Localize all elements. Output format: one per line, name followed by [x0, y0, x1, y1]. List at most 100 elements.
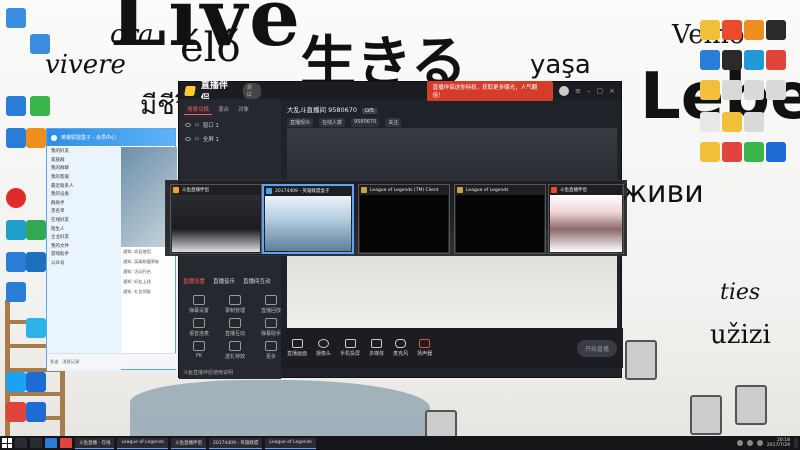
speaker-button[interactable]: 扬声器	[417, 339, 432, 357]
desktop-icon[interactable]	[722, 80, 742, 100]
media-button[interactable]: 多媒体	[369, 339, 384, 357]
tab-live-settings[interactable]: 直播设置	[183, 277, 205, 285]
qq-tree-item[interactable]: 我的文件	[47, 242, 121, 251]
promo-banner[interactable]: 直播伴侣送你特权，获取更多曝光，人气翻倍！	[426, 80, 554, 101]
app-titlebar[interactable]: 直播伴侣 测试 直播伴侣送你特权，获取更多曝光，人气翻倍！ ≡ – ▢ ×	[179, 80, 621, 104]
tab-live-music[interactable]: 直播音乐	[213, 277, 235, 285]
desktop-icon[interactable]	[26, 128, 46, 148]
desktop-icon[interactable]	[26, 220, 46, 240]
tool-item[interactable]: 弹幕设置	[183, 295, 215, 314]
room-stat[interactable]: 关注	[385, 118, 402, 127]
desktop-icon[interactable]	[6, 188, 26, 208]
desktop-icon[interactable]	[6, 282, 26, 302]
switcher-item-selected[interactable]: 20174409 - 英雄联盟盒子	[262, 184, 354, 254]
qq-tree-item[interactable]: 我的好友	[47, 147, 121, 156]
desktop-icon[interactable]	[26, 372, 46, 392]
eye-icon[interactable]	[185, 123, 191, 127]
desktop-icon[interactable]	[26, 252, 46, 272]
desktop-icon[interactable]	[744, 142, 764, 162]
qq-contact-tree[interactable]: 我的好友 家族群 我的群聊 我的客服 最近联系人 我的设备 群助手 黑名单 在线…	[47, 147, 121, 371]
screen-capture-button[interactable]: 直播画面	[287, 339, 307, 357]
desktop-icon[interactable]	[722, 50, 742, 70]
desktop-icon[interactable]	[766, 50, 786, 70]
desktop-icon[interactable]	[744, 50, 764, 70]
taskbar-app[interactable]: 斗鱼直播 - 在线	[75, 437, 115, 449]
qq-tree-item[interactable]: 黑名单	[47, 207, 121, 216]
tool-item[interactable]: 送礼特效	[219, 341, 251, 360]
qq-tree-item[interactable]: 最近联系人	[47, 181, 121, 190]
lock-icon[interactable]: ▫	[195, 122, 199, 128]
desktop-icon[interactable]	[766, 20, 786, 40]
qq-tree-item[interactable]: 公众号	[47, 259, 121, 268]
microphone-button[interactable]: 麦克风	[393, 339, 408, 357]
search-icon[interactable]	[15, 438, 27, 448]
lock-icon[interactable]: ▫	[195, 136, 199, 142]
show-desktop-button[interactable]	[794, 438, 798, 448]
desktop-icon[interactable]	[722, 142, 742, 162]
tab-scene-switch[interactable]: 场景切换	[184, 104, 213, 115]
user-avatar[interactable]	[559, 85, 570, 96]
desktop-icon[interactable]	[6, 96, 26, 116]
desktop-icon[interactable]	[700, 142, 720, 162]
tool-item[interactable]: 直播互动	[219, 318, 251, 337]
qq-tree-item[interactable]: 我的群聊	[47, 164, 121, 173]
taskbar-app[interactable]: League of Legends	[265, 437, 316, 449]
qq-titlebar[interactable]: 英雄联盟盒子 - 会员中心	[47, 129, 175, 146]
room-stat[interactable]: 在线人数	[319, 118, 346, 127]
help-link[interactable]: 斗鱼直播伴侣使用说明	[183, 369, 233, 376]
qq-tree-item[interactable]: 我的设备	[47, 190, 121, 199]
qq-send-button[interactable]: 发送	[50, 359, 58, 365]
switcher-item[interactable]: 斗鱼直播伴侣	[170, 184, 262, 254]
qq-tree-item[interactable]: 陌生人	[47, 224, 121, 233]
tool-item[interactable]: 直播回放	[255, 295, 287, 314]
desktop-icon[interactable]	[700, 112, 720, 132]
desktop-icon[interactable]	[26, 318, 46, 338]
tab-mix[interactable]: 混合	[215, 104, 232, 115]
desktop-icon[interactable]	[744, 20, 764, 40]
tool-item[interactable]: 语音连麦	[183, 318, 215, 337]
scene-item[interactable]: ▫ 全屏 1	[179, 132, 281, 146]
qq-tree-item[interactable]: 我的客服	[47, 173, 121, 182]
tool-item[interactable]: PK	[183, 341, 215, 360]
qq-tree-item[interactable]: 企业好友	[47, 233, 121, 242]
tab-objects[interactable]: 对象	[235, 104, 252, 115]
switcher-item[interactable]: League of Legends	[454, 184, 546, 254]
clock[interactable]: 20:18 2017/7/29	[767, 438, 790, 448]
taskbar-app[interactable]: League of Legends	[117, 437, 168, 449]
maximize-icon[interactable]: ▢	[597, 87, 604, 95]
menu-icon[interactable]: ≡	[575, 87, 581, 95]
pinned-app-icon[interactable]	[60, 438, 72, 448]
desktop-icon[interactable]	[700, 80, 720, 100]
desktop-icon[interactable]	[6, 372, 26, 392]
desktop-icon[interactable]	[6, 220, 26, 240]
camera-button[interactable]: 摄像头	[316, 339, 331, 357]
qq-tree-item[interactable]: 家族群	[47, 156, 121, 165]
start-live-button[interactable]: 开始直播	[576, 339, 617, 357]
desktop-icon[interactable]	[30, 34, 50, 54]
qq-window[interactable]: 英雄联盟盒子 - 会员中心 我的好友 家族群 我的群聊 我的客服 最近联系人 我…	[46, 128, 177, 371]
desktop-icon[interactable]	[6, 402, 26, 422]
qq-history-button[interactable]: 消息记录	[62, 359, 79, 365]
qq-tree-item[interactable]: 在线好友	[47, 216, 121, 225]
ime-icon[interactable]	[756, 440, 763, 446]
eye-icon[interactable]	[185, 137, 191, 141]
volume-icon[interactable]	[746, 440, 753, 446]
desktop-icon[interactable]	[766, 80, 786, 100]
scene-item[interactable]: ▫ 窗口 1	[179, 118, 281, 132]
qq-tree-item[interactable]: 群助手	[47, 199, 121, 208]
desktop-icon[interactable]	[744, 80, 764, 100]
desktop-icon[interactable]	[722, 20, 742, 40]
qq-tree-item[interactable]: 游戏助手	[47, 250, 121, 259]
desktop-icon[interactable]	[6, 252, 26, 272]
taskbar-app[interactable]: 20174409 - 英雄联盟	[209, 437, 263, 449]
close-icon[interactable]: ×	[609, 87, 615, 95]
task-switcher[interactable]: 斗鱼直播伴侣 20174409 - 英雄联盟盒子 League of Legen…	[165, 180, 627, 256]
browser-icon[interactable]	[45, 438, 57, 448]
taskbar-app[interactable]: 斗鱼直播伴侣	[171, 437, 206, 449]
room-stat[interactable]: 直播观众	[287, 118, 314, 127]
phone-cast-button[interactable]: 手机投屏	[340, 339, 360, 357]
desktop-icon[interactable]	[700, 20, 720, 40]
tab-live-interaction[interactable]: 直播间互动	[243, 277, 271, 285]
desktop-icon[interactable]	[700, 50, 720, 70]
desktop-icon[interactable]	[30, 96, 50, 116]
